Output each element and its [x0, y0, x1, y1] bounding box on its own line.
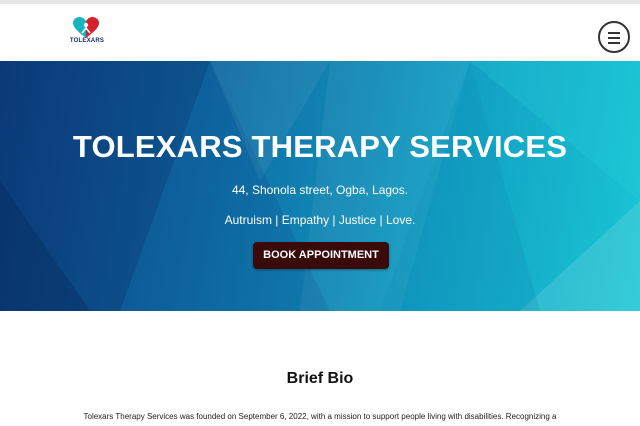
hero-address: 44, Shonola street, Ogba, Lagos.: [231, 183, 409, 197]
hero-banner: TOLEXARS THERAPY SERVICES 44, Shonola st…: [0, 61, 640, 311]
hero-title: TOLEXARS THERAPY SERVICES: [72, 129, 568, 164]
site-logo[interactable]: TOLEXARS: [64, 17, 110, 55]
bio-heading: Brief Bio: [286, 370, 354, 387]
hero-tagline: Autruism | Empathy | Justice | Love.: [224, 213, 416, 227]
book-appointment-button[interactable]: BOOK APPOINTMENT: [253, 242, 389, 269]
logo-wordmark: TOLEXARS: [69, 38, 105, 44]
hamburger-icon: [608, 32, 620, 34]
heart-logo-icon: [73, 17, 99, 38]
bio-paragraph: Tolexars Therapy Services was founded on…: [83, 412, 557, 421]
site-header: TOLEXARS: [0, 4, 640, 61]
menu-button[interactable]: [598, 21, 630, 53]
